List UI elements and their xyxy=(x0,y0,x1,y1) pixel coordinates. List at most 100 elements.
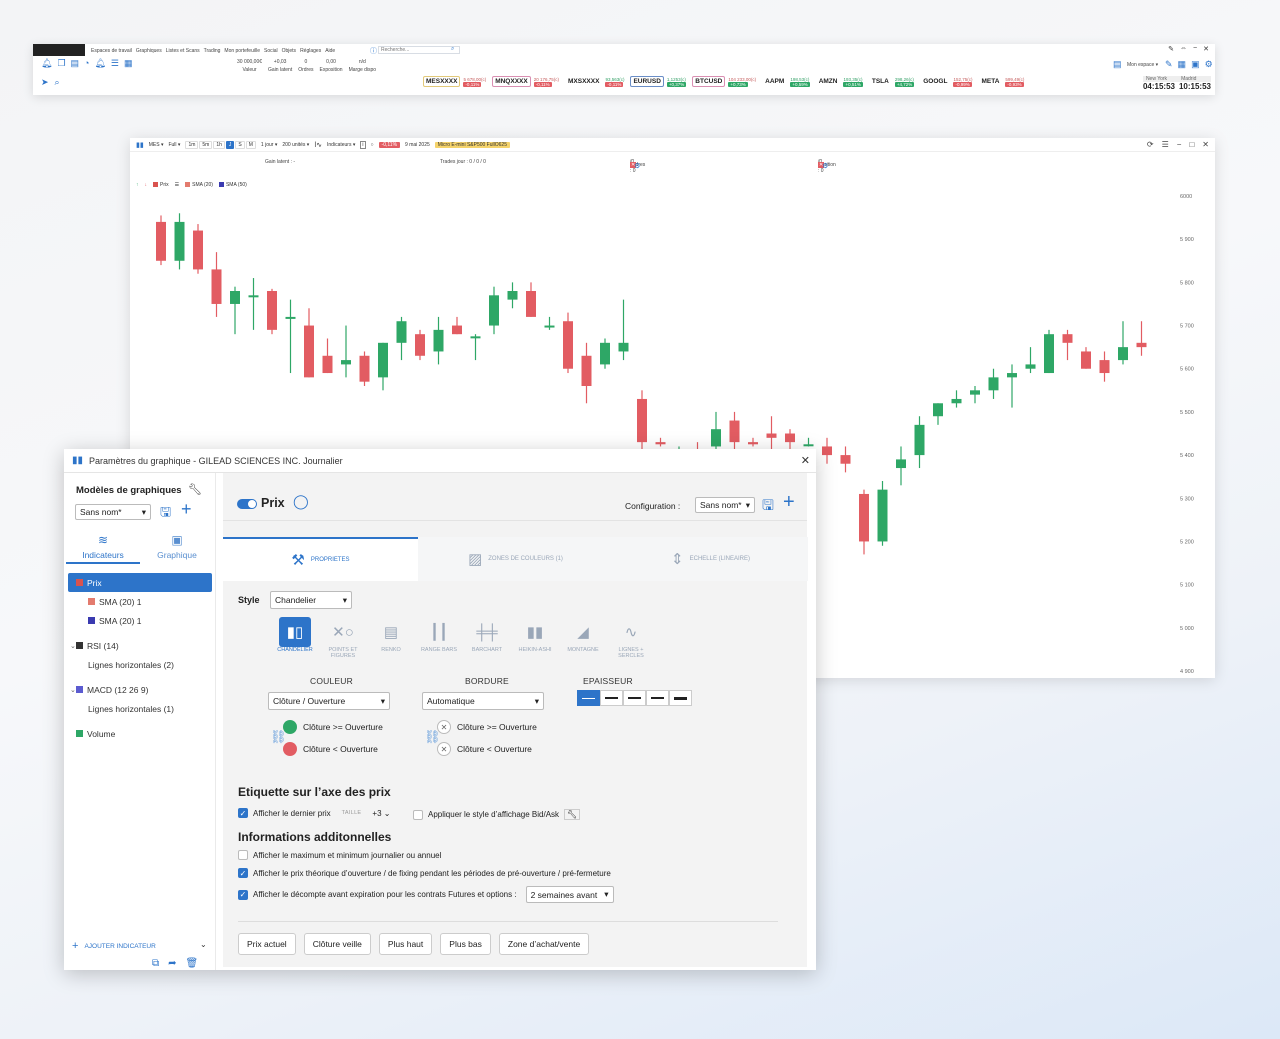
candle[interactable] xyxy=(174,213,185,270)
add-icon[interactable]: + xyxy=(783,491,795,514)
ticker-googl[interactable]: GOOGL 152,75(c) -0,99% xyxy=(920,76,972,87)
candle[interactable] xyxy=(341,325,351,378)
candle[interactable] xyxy=(1136,321,1147,356)
minimize-icon[interactable]: − xyxy=(1193,45,1197,53)
notes-icon[interactable]: ▤ xyxy=(1113,59,1122,70)
candle[interactable] xyxy=(396,316,407,361)
thickness-4[interactable] xyxy=(646,690,669,706)
save-icon[interactable]: 🖫 xyxy=(762,495,774,519)
ticker-symbol[interactable]: MNQXXXX xyxy=(492,76,531,87)
menu-item[interactable]: Espaces de travail xyxy=(91,48,132,54)
menu-item[interactable]: Listes et Scans xyxy=(166,48,200,54)
close-icon[interactable]: ✕ xyxy=(437,720,451,734)
expiry-select[interactable]: 2 semaines avant ▾ xyxy=(525,886,614,903)
tab-color-zones[interactable]: ▨ ZONES DE COULEURS (1) xyxy=(418,537,613,581)
style-option[interactable]: ▮▮ HEIKIN-ASHI xyxy=(511,617,559,659)
ticker-aapm[interactable]: AAPM 198,53(c) +0,59% xyxy=(762,76,810,87)
share-icon[interactable]: ➦ xyxy=(168,958,176,969)
indicators-icon[interactable]: ǀ∿ xyxy=(314,141,322,149)
thickness-5[interactable] xyxy=(669,690,692,706)
edit-icon[interactable]: ✎ xyxy=(1165,59,1173,70)
tree-item[interactable]: Prix xyxy=(68,573,212,592)
ticker-symbol[interactable]: GOOGL xyxy=(920,76,950,87)
candle[interactable] xyxy=(322,338,333,374)
tab-scale[interactable]: ⇕ ECHELLE (LINEAIRE) xyxy=(613,537,808,581)
thickness-1[interactable] xyxy=(577,690,600,706)
candle[interactable] xyxy=(600,338,610,369)
price-line-button[interactable]: Zone d’achat/vente xyxy=(498,933,590,955)
pie-icon[interactable]: ◔ xyxy=(84,58,89,69)
menu-item[interactable]: Aide xyxy=(325,48,335,54)
candle[interactable] xyxy=(193,224,203,274)
chevron-down-icon[interactable]: ⌄ xyxy=(200,940,207,949)
chart-icon[interactable]: ▤ xyxy=(71,58,80,69)
save-icon[interactable]: ▣ xyxy=(1191,59,1200,70)
style-option[interactable]: ▤ RENKO xyxy=(367,617,415,659)
timeframe-5m[interactable]: 5m xyxy=(199,140,213,149)
comment-icon[interactable]: ◯ xyxy=(293,493,309,510)
candle[interactable] xyxy=(618,299,629,361)
menu-item[interactable]: Objets xyxy=(282,48,296,54)
ticker-symbol[interactable]: MESXXXX xyxy=(423,76,461,87)
ticker-amzn[interactable]: AMZN 193,35(c) +0,51% xyxy=(816,76,863,87)
color-mode-select[interactable]: Clôture / Ouverture ▾ xyxy=(268,692,390,710)
candle[interactable] xyxy=(1044,329,1054,374)
ticker-symbol[interactable]: BTCUSD xyxy=(692,76,726,87)
zoom-icon[interactable]: ⌕ xyxy=(55,77,60,88)
chevron-down-icon[interactable]: ⌄ xyxy=(70,642,76,650)
period-select[interactable]: 1 jour ▾ xyxy=(261,142,277,148)
expiry-countdown-checkbox[interactable]: ✓ xyxy=(238,889,248,900)
mode-select[interactable]: Full ▾ xyxy=(168,142,180,148)
ticker-symbol[interactable]: AMZN xyxy=(816,76,841,87)
candle[interactable] xyxy=(748,437,758,447)
candle[interactable] xyxy=(581,342,592,404)
maximize-icon[interactable]: □ xyxy=(1189,140,1194,149)
config-select[interactable]: Sans nom* ▾ xyxy=(695,497,755,513)
tab-properties[interactable]: ⚒ PROPRIETES xyxy=(223,537,418,581)
close-icon[interactable]: ✕ xyxy=(1203,45,1209,53)
candle[interactable] xyxy=(822,437,832,464)
menu-item[interactable]: Graphiques xyxy=(136,48,162,54)
alert-icon[interactable]: 🔔︎ xyxy=(94,58,105,69)
units-select[interactable]: 200 unités ▾ xyxy=(282,142,309,148)
candle[interactable] xyxy=(766,416,777,451)
color-swatch-up[interactable] xyxy=(283,720,297,734)
candle[interactable] xyxy=(304,308,314,378)
grid-icon[interactable]: ▦ xyxy=(124,58,133,69)
size-select[interactable]: +3 ⌄ xyxy=(372,809,390,818)
candle[interactable] xyxy=(655,437,666,447)
search-input[interactable] xyxy=(378,46,460,54)
candle[interactable] xyxy=(544,316,555,330)
layout-icon[interactable]: ▦ xyxy=(1178,59,1187,70)
ticker-eurusd[interactable]: EURUSD 1,1253(c) +0,37% xyxy=(630,76,687,87)
daily-minmax-checkbox[interactable] xyxy=(238,850,248,860)
tree-item[interactable]: Lignes horizontales (1) xyxy=(68,699,212,718)
wrench-icon[interactable]: 🔧︎ xyxy=(564,809,581,820)
add-indicator-button[interactable]: + AJOUTER INDICATEUR xyxy=(72,940,156,952)
candle[interactable] xyxy=(933,403,943,425)
ticker-tsla[interactable]: TSLA 298,26(c) +4,72% xyxy=(869,76,915,87)
model-select[interactable]: Sans nom* ▾ xyxy=(75,504,151,520)
candle[interactable] xyxy=(156,215,166,266)
wrench-icon[interactable]: 🔧︎ xyxy=(188,483,202,496)
candle[interactable] xyxy=(452,316,462,335)
price-line-button[interactable]: Clôture veille xyxy=(303,933,371,955)
candle[interactable] xyxy=(896,446,906,486)
save-icon[interactable]: 🖫 xyxy=(160,503,171,525)
timeframe-1m[interactable]: 1m xyxy=(185,140,199,149)
style-option[interactable]: ╪╪ BARCHART xyxy=(463,617,511,659)
price-line-button[interactable]: Plus haut xyxy=(378,933,433,955)
layers-icon[interactable]: ❐ xyxy=(57,58,65,69)
candle[interactable] xyxy=(563,312,573,374)
candle[interactable] xyxy=(877,481,888,546)
candle[interactable] xyxy=(507,282,518,309)
candle[interactable] xyxy=(803,437,814,447)
ticker-mesxxxx[interactable]: MESXXXX 5 678,00(c) -0,11% xyxy=(423,76,486,87)
style-option[interactable]: ✕○ POINTS ET FIGURES xyxy=(319,617,367,659)
close-icon[interactable]: ✕ xyxy=(801,454,810,467)
menu-item[interactable]: Réglages xyxy=(300,48,321,54)
candle[interactable] xyxy=(859,489,869,555)
ticker-symbol[interactable]: MXSXXXX xyxy=(565,76,602,87)
ticker-mxsxxxx[interactable]: MXSXXXX 93,563(c) -0,11% xyxy=(565,76,624,87)
bidask-checkbox[interactable] xyxy=(413,809,423,820)
